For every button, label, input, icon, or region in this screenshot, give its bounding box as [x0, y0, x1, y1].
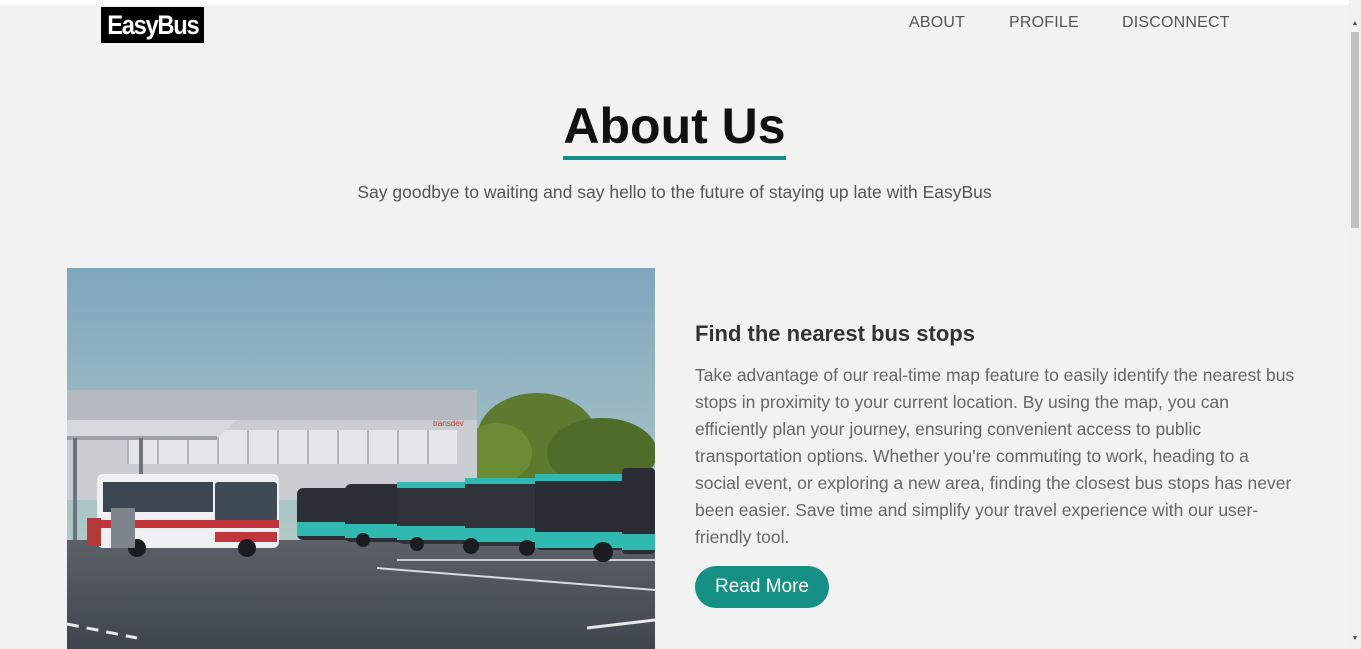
logo[interactable]: EasyBus: [101, 7, 204, 43]
scroll-down-arrow-icon[interactable]: ▼: [1349, 633, 1361, 645]
scroll-up-arrow-icon[interactable]: ▲: [1349, 18, 1361, 30]
top-border: [0, 0, 1361, 5]
scrollbar[interactable]: ▲ ▼: [1349, 0, 1361, 649]
feature-heading: Find the nearest bus stops: [695, 321, 975, 346]
logo-text: EasyBus: [107, 10, 199, 40]
page-title: About Us: [563, 98, 786, 154]
read-more-button[interactable]: Read More: [695, 566, 829, 608]
page-subtitle: Say goodbye to waiting and say hello to …: [357, 182, 992, 202]
nav-disconnect[interactable]: DISCONNECT: [1122, 14, 1230, 34]
nav-about[interactable]: ABOUT: [909, 14, 965, 34]
transdev-sign: transdev: [433, 419, 464, 428]
scrollbar-thumb[interactable]: [1351, 32, 1359, 228]
page: EasyBus ABOUT PROFILE DISCONNECT About U…: [0, 0, 1361, 649]
feature-description: Take advantage of our real-time map feat…: [695, 365, 1295, 547]
bus-depot-image: transdev: [67, 268, 655, 649]
title-underline: [563, 156, 786, 160]
nav-profile[interactable]: PROFILE: [1009, 14, 1079, 34]
